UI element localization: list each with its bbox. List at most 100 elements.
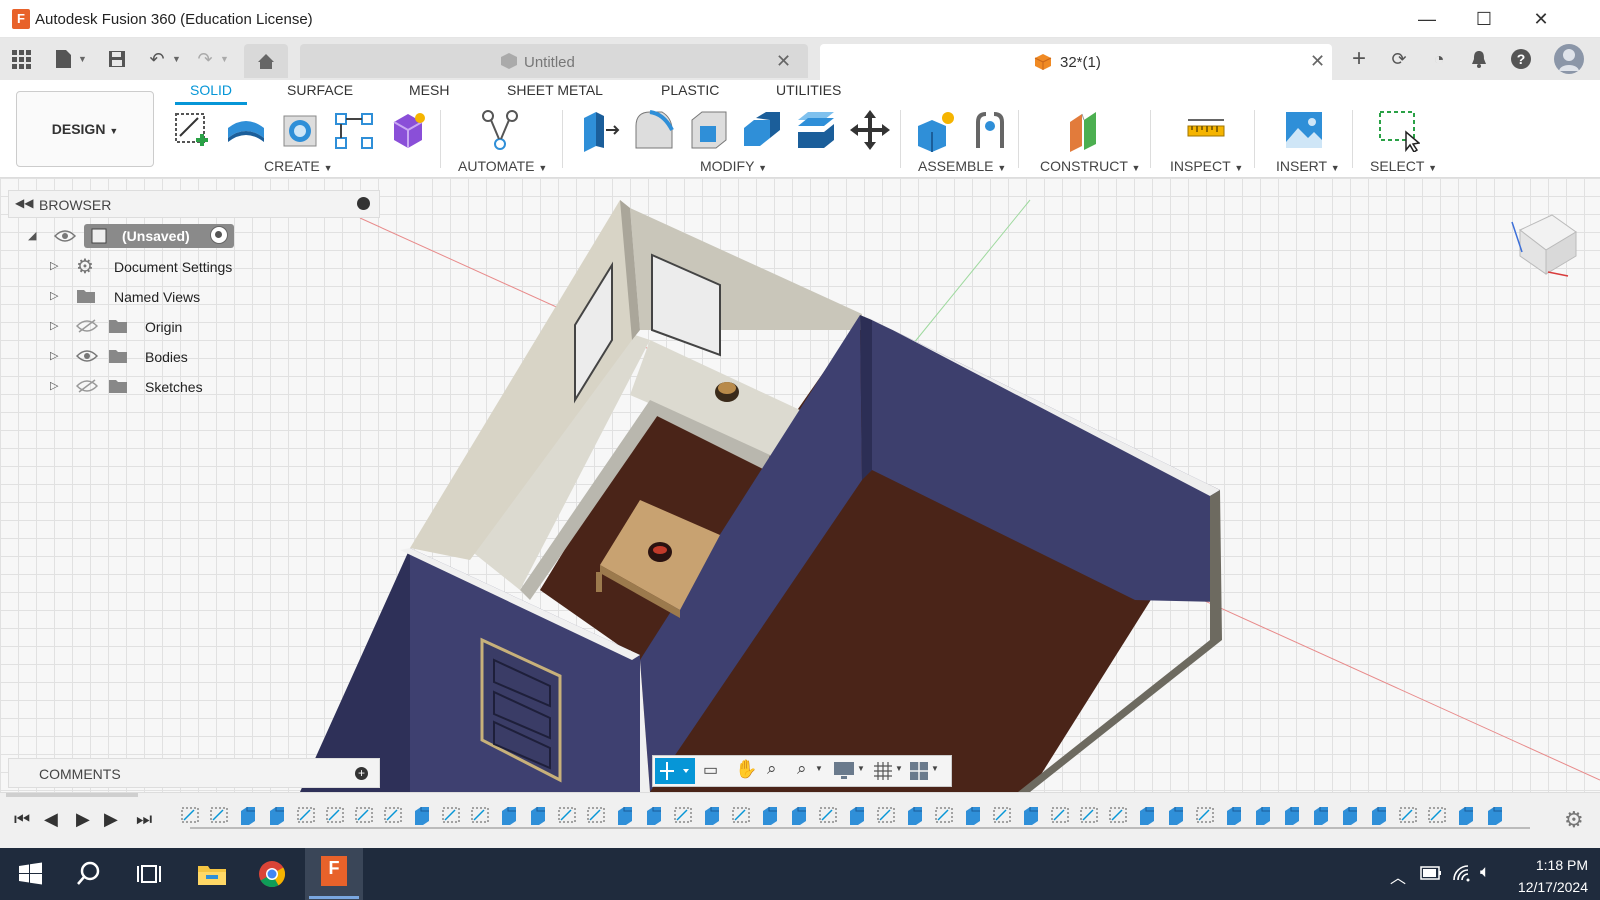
ribbon-tab-surface[interactable]: SURFACE <box>287 82 353 98</box>
play-icon[interactable]: ▶ <box>76 809 90 830</box>
file-menu-caret-icon[interactable]: ▼ <box>78 54 87 64</box>
visibility-eye-icon[interactable] <box>54 228 76 244</box>
battery-icon[interactable] <box>1420 866 1442 880</box>
caret-down-icon[interactable]: ▼ <box>857 764 865 773</box>
timeline-scrollbar[interactable] <box>6 793 138 797</box>
automate-icon[interactable] <box>478 108 522 152</box>
timeline-features[interactable] <box>180 805 1540 829</box>
close-tab-icon[interactable]: ✕ <box>1310 51 1325 72</box>
file-menu-icon[interactable] <box>52 48 74 70</box>
redo-caret-icon[interactable]: ▼ <box>220 54 229 64</box>
group-create[interactable]: CREATE ▼ <box>264 158 333 174</box>
tab-untitled[interactable]: Untitled ✕ <box>300 44 808 78</box>
create-sketch-icon[interactable] <box>170 108 214 152</box>
fillet-icon[interactable] <box>632 108 676 152</box>
job-status-icon[interactable]: ⟳ <box>1388 48 1410 70</box>
expand-triangle-icon[interactable]: ◢ <box>28 229 36 242</box>
expand-triangle-icon[interactable]: ▷ <box>50 379 58 392</box>
task-view-icon[interactable] <box>130 858 166 890</box>
clock-date[interactable]: 12/17/2024 <box>1498 879 1588 895</box>
show-hidden-icons-chevron-icon[interactable]: ︿ <box>1390 864 1406 888</box>
expand-triangle-icon[interactable]: ▷ <box>50 259 58 272</box>
redo-icon[interactable]: ↷ <box>194 48 216 70</box>
joint-icon[interactable] <box>968 108 1012 152</box>
window-select-icon[interactable] <box>1376 108 1420 152</box>
file-explorer-icon[interactable] <box>194 858 230 890</box>
zoom-icon[interactable]: ⌕ <box>767 759 777 779</box>
chrome-browser-icon[interactable] <box>254 858 290 890</box>
fit-zoom-icon[interactable]: ⌕ <box>797 759 807 779</box>
clock-time[interactable]: 1:18 PM <box>1498 857 1588 873</box>
caret-down-icon[interactable]: ▼ <box>815 764 823 773</box>
press-pull-icon[interactable] <box>578 108 622 152</box>
new-component-icon[interactable] <box>914 108 958 152</box>
look-at-icon[interactable]: ▭ <box>703 760 718 780</box>
group-inspect[interactable]: INSPECT ▼ <box>1170 158 1243 174</box>
combine-icon[interactable] <box>740 108 784 152</box>
volume-speaker-icon[interactable]: 🔈︎ <box>1480 862 1490 882</box>
undo-caret-icon[interactable]: ▼ <box>172 54 181 64</box>
go-to-start-icon[interactable]: ⏮ <box>14 809 30 830</box>
group-construct[interactable]: CONSTRUCT ▼ <box>1040 158 1140 174</box>
ribbon-tab-mesh[interactable]: MESH <box>409 82 449 98</box>
measure-icon[interactable] <box>1184 108 1228 152</box>
wifi-icon[interactable] <box>1452 864 1472 882</box>
group-automate[interactable]: AUTOMATE ▼ <box>458 158 547 174</box>
display-settings-icon[interactable] <box>833 761 855 781</box>
add-comment-icon[interactable]: + <box>355 767 368 780</box>
windows-start-icon[interactable] <box>12 858 48 890</box>
grid-snaps-icon[interactable] <box>873 761 893 781</box>
timeline-settings-gear-icon[interactable]: ⚙ <box>1564 807 1584 833</box>
collapse-browser-icon[interactable] <box>357 197 370 210</box>
pan-hand-icon[interactable]: ✋ <box>735 759 757 780</box>
hidden-eye-icon[interactable] <box>76 318 98 334</box>
orbit-tool-button[interactable] <box>655 758 695 784</box>
ribbon-tab-plastic[interactable]: PLASTIC <box>661 82 719 98</box>
minimize-button[interactable]: — <box>1404 6 1450 32</box>
save-icon[interactable] <box>106 48 128 70</box>
workspace-switcher[interactable]: DESIGN ▼ <box>16 91 154 167</box>
tab-active-document[interactable]: 32*(1) ✕ <box>820 44 1332 80</box>
hidden-eye-icon[interactable] <box>76 378 98 394</box>
visibility-eye-icon[interactable] <box>76 348 98 364</box>
maximize-button[interactable]: ☐ <box>1461 6 1507 32</box>
extrude-icon[interactable] <box>224 108 268 152</box>
ribbon-tab-sheet-metal[interactable]: SHEET METAL <box>507 82 603 98</box>
group-insert[interactable]: INSERT ▼ <box>1276 158 1340 174</box>
go-to-end-icon[interactable]: ⏭ <box>136 809 152 830</box>
caret-down-icon[interactable]: ▼ <box>895 764 903 773</box>
close-window-button[interactable]: ✕ <box>1518 6 1564 32</box>
activate-radio[interactable] <box>210 226 228 244</box>
caret-down-icon[interactable]: ▼ <box>931 764 939 773</box>
create-form-icon[interactable] <box>386 108 430 152</box>
collapse-panel-icon[interactable]: ◀◀ <box>15 196 33 210</box>
undo-icon[interactable]: ↶ <box>146 48 168 70</box>
history-clock-icon[interactable]: ◔ <box>1428 48 1450 70</box>
insert-image-icon[interactable] <box>1282 108 1326 152</box>
expand-triangle-icon[interactable]: ▷ <box>50 319 58 332</box>
step-back-icon[interactable]: ◀ <box>44 809 58 830</box>
ribbon-tab-utilities[interactable]: UTILITIES <box>776 82 841 98</box>
expand-triangle-icon[interactable]: ▷ <box>50 289 58 302</box>
room-model-render[interactable] <box>0 178 1600 792</box>
move-copy-icon[interactable] <box>848 108 892 152</box>
group-select[interactable]: SELECT ▼ <box>1370 158 1437 174</box>
comments-panel[interactable]: COMMENTS + <box>8 758 380 788</box>
step-forward-icon[interactable]: ▶ <box>104 809 118 830</box>
home-tab[interactable] <box>244 44 288 78</box>
revolve-icon[interactable] <box>278 108 322 152</box>
offset-face-icon[interactable] <box>794 108 838 152</box>
browser-panel-header[interactable]: ◀◀ BROWSER <box>8 190 380 218</box>
expand-triangle-icon[interactable]: ▷ <box>50 349 58 362</box>
search-icon[interactable] <box>70 858 106 890</box>
group-assemble[interactable]: ASSEMBLE ▼ <box>918 158 1006 174</box>
data-panel-grid-icon[interactable] <box>10 48 32 70</box>
group-modify[interactable]: MODIFY ▼ <box>700 158 767 174</box>
close-tab-icon[interactable]: ✕ <box>776 51 791 72</box>
notifications-bell-icon[interactable] <box>1468 48 1490 70</box>
fusion-taskbar-button[interactable]: F <box>305 848 363 900</box>
3d-viewport[interactable] <box>0 178 1600 792</box>
pattern-icon[interactable] <box>332 108 376 152</box>
new-tab-plus-icon[interactable]: + <box>1348 47 1370 71</box>
shell-icon[interactable] <box>686 108 730 152</box>
